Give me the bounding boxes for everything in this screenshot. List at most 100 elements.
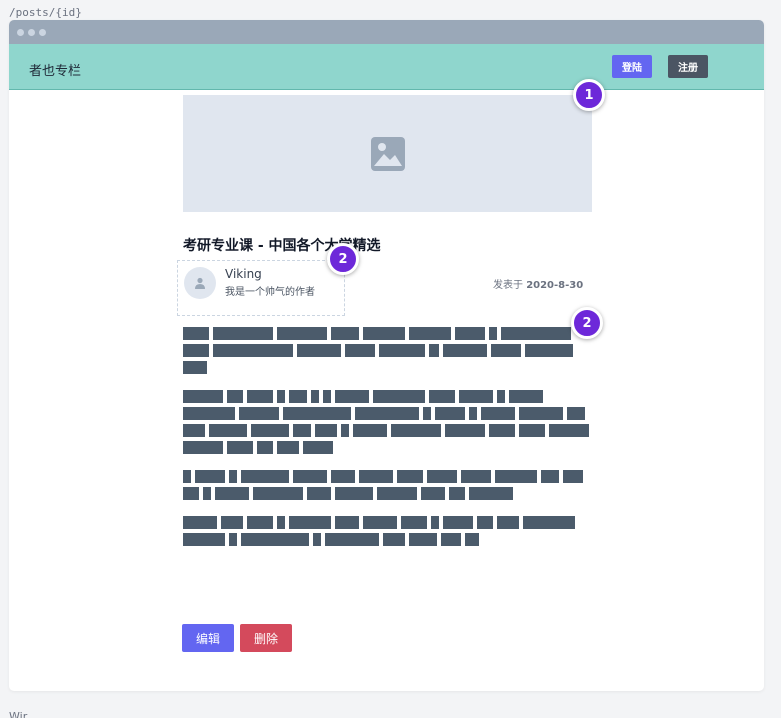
redacted-text-block	[429, 344, 439, 357]
redacted-text-block	[391, 424, 441, 437]
redacted-text-block	[183, 361, 207, 374]
redacted-text-block	[519, 424, 545, 437]
redacted-text-block	[313, 533, 321, 546]
window-dot	[28, 28, 35, 36]
redacted-text-block	[469, 407, 477, 420]
redacted-text-block	[563, 470, 583, 483]
redacted-text-block	[307, 487, 331, 500]
content-paragraph	[183, 327, 593, 374]
redacted-text-block	[363, 516, 397, 529]
redacted-text-block	[443, 516, 473, 529]
redacted-text-block	[459, 390, 493, 403]
redacted-text-block	[481, 407, 515, 420]
redacted-text-block	[441, 533, 461, 546]
redacted-text-block	[229, 470, 237, 483]
redacted-text-block	[257, 441, 273, 454]
redacted-text-block	[427, 470, 457, 483]
redacted-text-block	[401, 516, 427, 529]
redacted-text-block	[277, 327, 327, 340]
redacted-text-block	[429, 390, 455, 403]
redacted-text-block	[409, 327, 451, 340]
redacted-text-block	[443, 344, 487, 357]
redacted-text-block	[341, 424, 349, 437]
redacted-text-block	[239, 407, 279, 420]
redacted-text-block	[183, 327, 209, 340]
redacted-text-block	[497, 390, 505, 403]
redacted-text-block	[293, 424, 311, 437]
redacted-text-block	[221, 516, 243, 529]
redacted-text-block	[325, 533, 379, 546]
redacted-text-block	[183, 533, 225, 546]
redacted-text-block	[331, 327, 359, 340]
redacted-text-block	[495, 470, 537, 483]
login-button[interactable]: 登陆	[612, 55, 652, 78]
redacted-text-block	[183, 470, 191, 483]
redacted-text-block	[373, 390, 425, 403]
redacted-text-block	[445, 424, 485, 437]
redacted-text-block	[355, 407, 419, 420]
redacted-text-block	[519, 407, 563, 420]
redacted-text-block	[509, 390, 543, 403]
redacted-text-block	[497, 516, 519, 529]
window-dot	[17, 28, 24, 36]
author-card[interactable]: Viking 我是一个帅气的作者	[177, 260, 345, 316]
redacted-text-block	[241, 533, 309, 546]
author-name: Viking	[225, 267, 262, 281]
annotation-marker: 2	[571, 307, 603, 339]
redacted-text-block	[465, 533, 479, 546]
redacted-text-block	[253, 487, 303, 500]
redacted-text-block	[315, 424, 337, 437]
redacted-text-block	[277, 516, 285, 529]
edit-button[interactable]: 编辑	[182, 624, 234, 652]
post-date: 发表于 2020-8-30	[493, 276, 583, 291]
redacted-text-block	[241, 470, 289, 483]
redacted-text-block	[183, 407, 235, 420]
redacted-text-block	[229, 533, 237, 546]
redacted-text-block	[469, 487, 513, 500]
window-titlebar	[9, 20, 764, 44]
redacted-text-block	[335, 487, 373, 500]
delete-button[interactable]: 删除	[240, 624, 292, 652]
redacted-text-block	[461, 470, 491, 483]
cover-image-placeholder	[183, 95, 592, 212]
redacted-text-block	[293, 470, 327, 483]
redacted-text-block	[491, 344, 521, 357]
route-label: /posts/{id}	[9, 6, 82, 19]
redacted-text-block	[409, 533, 437, 546]
content-paragraph	[183, 516, 593, 546]
redacted-text-block	[377, 487, 417, 500]
post-date-value: 2020-8-30	[526, 280, 584, 291]
redacted-text-block	[227, 441, 253, 454]
redacted-text-block	[195, 470, 225, 483]
post-date-prefix: 发表于	[493, 280, 523, 291]
redacted-text-block	[363, 327, 405, 340]
redacted-text-block	[213, 327, 273, 340]
redacted-text-block	[359, 470, 393, 483]
register-button[interactable]: 注册	[668, 55, 708, 78]
redacted-text-block	[345, 344, 375, 357]
redacted-text-block	[331, 470, 355, 483]
redacted-text-block	[379, 344, 425, 357]
navbar: 者也专栏 登陆 注册	[9, 44, 764, 90]
redacted-text-block	[283, 407, 351, 420]
redacted-text-block	[183, 390, 223, 403]
redacted-text-block	[523, 516, 575, 529]
redacted-text-block	[353, 424, 387, 437]
window-dot	[39, 28, 46, 36]
redacted-text-block	[549, 424, 589, 437]
redacted-text-block	[567, 407, 585, 420]
author-description: 我是一个帅气的作者	[225, 287, 315, 298]
redacted-text-block	[183, 424, 205, 437]
redacted-text-block	[247, 516, 273, 529]
redacted-text-block	[303, 441, 333, 454]
redacted-text-block	[183, 516, 217, 529]
brand-title[interactable]: 者也专栏	[29, 60, 81, 79]
redacted-text-block	[297, 344, 341, 357]
redacted-text-block	[289, 516, 331, 529]
redacted-text-block	[183, 344, 209, 357]
post-content	[183, 327, 593, 562]
redacted-text-block	[431, 516, 439, 529]
redacted-text-block	[383, 533, 405, 546]
redacted-text-block	[489, 327, 497, 340]
redacted-text-block	[423, 407, 431, 420]
